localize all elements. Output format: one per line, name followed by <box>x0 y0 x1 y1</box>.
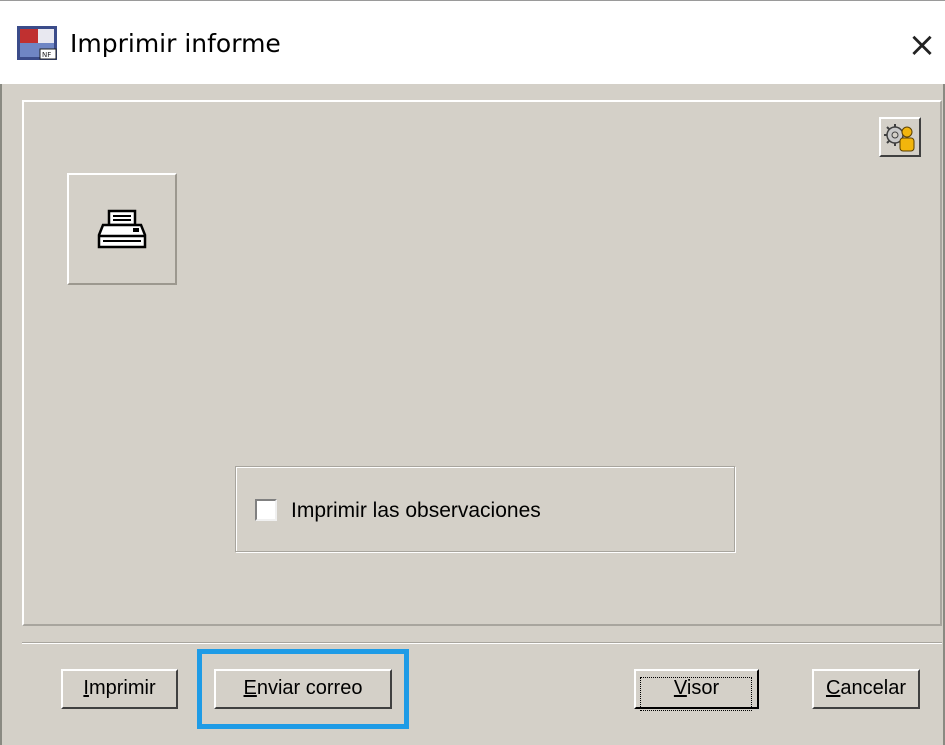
observations-checkbox[interactable] <box>255 499 277 521</box>
imprimir-button[interactable]: Imprimir <box>61 669 178 709</box>
title-bar: NF Imprimir informe × <box>0 0 945 85</box>
imprimir-label: mprimir <box>88 677 156 699</box>
left-edge <box>0 84 2 745</box>
cancelar-label: ancelar <box>840 677 907 699</box>
close-button[interactable]: × <box>902 25 942 65</box>
options-button[interactable] <box>879 117 921 157</box>
cancelar-mnemonic: C <box>825 677 841 699</box>
cancelar-button[interactable]: Cancelar <box>812 669 920 709</box>
app-icon: NF <box>17 26 57 60</box>
visor-focus-ring <box>640 677 752 711</box>
observations-checkbox-label[interactable]: Imprimir las observaciones <box>291 499 541 523</box>
window-title: Imprimir informe <box>70 29 281 58</box>
printer-tile[interactable] <box>67 173 177 285</box>
svg-text:NF: NF <box>42 51 51 59</box>
printer-icon <box>97 209 147 249</box>
gear-user-icon <box>884 124 915 152</box>
observations-group: Imprimir las observaciones <box>235 466 735 552</box>
highlight-box <box>197 649 409 729</box>
footer-separator-light <box>22 643 942 644</box>
